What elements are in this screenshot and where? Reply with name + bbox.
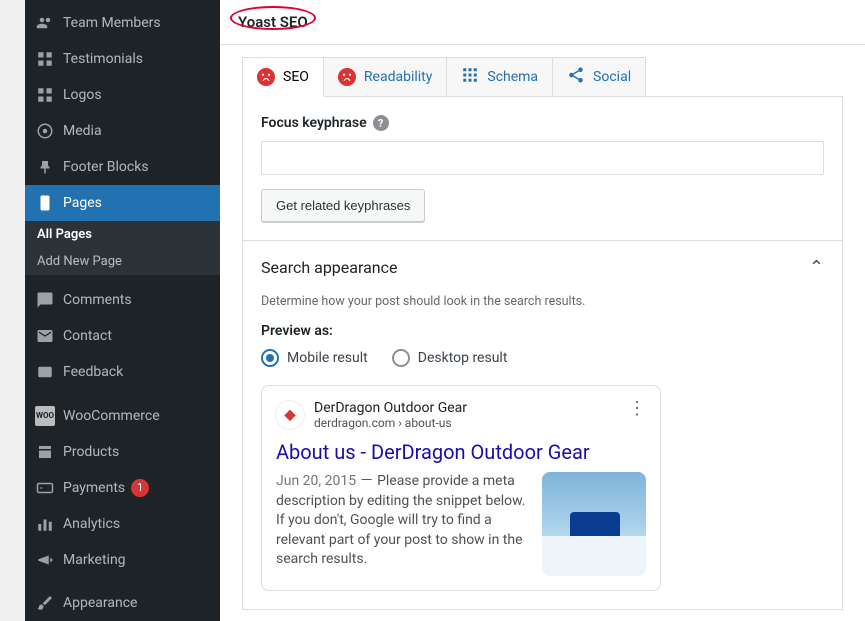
envelope-icon [35, 326, 55, 346]
sidebar-item-pages[interactable]: Pages [25, 185, 220, 221]
sidebar-label: Products [63, 444, 119, 460]
sidebar-item-footer-blocks[interactable]: Footer Blocks [25, 149, 220, 185]
sidebar-label: Comments [63, 292, 132, 308]
grid-icon [35, 85, 55, 105]
media-icon [35, 121, 55, 141]
users-icon [35, 13, 55, 33]
sidebar-item-analytics[interactable]: Analytics [25, 506, 220, 542]
snippet-description: Jun 20, 2015 － Please provide a meta des… [276, 472, 530, 576]
main-content: Yoast SEO SEO Readability Schema Social … [220, 0, 865, 621]
sidebar-sub-all-pages[interactable]: All Pages [25, 221, 220, 248]
comment-icon [35, 290, 55, 310]
sidebar-item-payments[interactable]: Payments 1 [25, 470, 220, 506]
snippet-site-name: DerDragon Outdoor Gear [314, 400, 467, 416]
snippet-url: derdragon.com › about-us [314, 416, 467, 430]
section-body: Determine how your post should look in t… [243, 294, 842, 609]
sad-face-icon [257, 68, 275, 86]
sidebar-item-comments[interactable]: Comments [25, 282, 220, 318]
sidebar-label: Media [63, 123, 102, 139]
tab-seo[interactable]: SEO [243, 58, 324, 97]
tab-list: SEO Readability Schema Social [242, 57, 646, 96]
focus-keyphrase-input[interactable] [261, 141, 824, 175]
help-icon[interactable]: ? [373, 115, 389, 131]
radio-icon [261, 349, 279, 367]
sidebar-item-feedback[interactable]: Feedback [25, 354, 220, 390]
sidebar-item-team-members[interactable]: Team Members [25, 5, 220, 41]
favicon-icon: ◆ [276, 401, 304, 429]
sidebar-item-marketing[interactable]: Marketing [25, 542, 220, 578]
snippet-header: ◆ DerDragon Outdoor Gear derdragon.com ›… [276, 400, 646, 430]
tab-readability[interactable]: Readability [324, 58, 447, 96]
tab-label: SEO [283, 69, 309, 85]
sidebar-label: Marketing [63, 552, 126, 568]
search-appearance-section: Search appearance ⌃ Determine how your p… [242, 241, 843, 610]
products-icon [35, 442, 55, 462]
sidebar-label: Analytics [63, 516, 120, 532]
get-related-keyphrases-button[interactable]: Get related keyphrases [261, 189, 425, 222]
sidebar-label: Pages [63, 195, 102, 211]
radio-mobile-result[interactable]: Mobile result [261, 349, 368, 367]
section-title: Search appearance [261, 258, 397, 277]
sidebar-item-media[interactable]: Media [25, 113, 220, 149]
admin-sidebar: Team Members Testimonials Logos Media Fo… [25, 0, 220, 621]
pages-icon [35, 193, 55, 213]
payments-badge: 1 [131, 479, 149, 497]
sidebar-item-woocommerce[interactable]: WOO WooCommerce [25, 398, 220, 434]
snippet-body: Jun 20, 2015 － Please provide a meta des… [276, 472, 646, 576]
sidebar-item-contact[interactable]: Contact [25, 318, 220, 354]
tab-label: Social [593, 69, 631, 85]
metabox-title: Yoast SEO [238, 13, 308, 31]
sidebar-label: Payments [63, 480, 125, 496]
sidebar-label: Logos [63, 87, 102, 103]
woo-icon: WOO [35, 406, 55, 426]
metabox-header: Yoast SEO [220, 0, 865, 45]
sidebar-sub-add-new[interactable]: Add New Page [25, 248, 220, 275]
share-icon [567, 66, 585, 88]
chevron-up-icon: ⌃ [809, 257, 824, 278]
sidebar-label: Contact [63, 328, 112, 344]
tab-label: Readability [364, 69, 432, 85]
snippet-title[interactable]: About us - DerDragon Outdoor Gear [276, 440, 646, 464]
snippet-menu-icon[interactable]: ⋮ [628, 398, 646, 419]
tab-schema[interactable]: Schema [447, 58, 553, 96]
sidebar-label: Testimonials [63, 51, 143, 67]
radio-desktop-result[interactable]: Desktop result [392, 349, 508, 367]
megaphone-icon [35, 550, 55, 570]
sad-face-icon [338, 68, 356, 86]
chart-icon [35, 514, 55, 534]
sidebar-item-products[interactable]: Products [25, 434, 220, 470]
pin-icon [35, 157, 55, 177]
feedback-icon [35, 362, 55, 382]
grid-icon [35, 49, 55, 69]
search-appearance-toggle[interactable]: Search appearance ⌃ [243, 241, 842, 294]
sidebar-label: Footer Blocks [63, 159, 149, 175]
snippet-date: Jun 20, 2015 [276, 473, 356, 489]
snippet-sep: － [360, 473, 374, 489]
tab-label: Schema [487, 69, 538, 85]
snippet-image [542, 472, 646, 576]
sidebar-item-testimonials[interactable]: Testimonials [25, 41, 220, 77]
brush-icon [35, 593, 55, 613]
payments-icon [35, 478, 55, 498]
sidebar-item-logos[interactable]: Logos [25, 77, 220, 113]
focus-keyphrase-label: Focus keyphrase ? [261, 115, 824, 131]
sidebar-label: Appearance [63, 595, 137, 611]
preview-radio-group: Mobile result Desktop result [261, 349, 824, 367]
sidebar-label: WooCommerce [63, 408, 160, 424]
sidebar-submenu: All Pages Add New Page [25, 221, 220, 275]
section-description: Determine how your post should look in t… [261, 294, 824, 309]
schema-icon [461, 66, 479, 88]
preview-as-label: Preview as: [261, 323, 824, 339]
tab-social[interactable]: Social [553, 58, 645, 96]
radio-icon [392, 349, 410, 367]
sidebar-item-appearance[interactable]: Appearance [25, 585, 220, 621]
sidebar-label: Feedback [63, 364, 123, 380]
sidebar-label: Team Members [63, 15, 161, 31]
snippet-preview: ⋮ ◆ DerDragon Outdoor Gear derdragon.com… [261, 385, 661, 591]
focus-keyphrase-panel: Focus keyphrase ? Get related keyphrases [242, 96, 843, 241]
